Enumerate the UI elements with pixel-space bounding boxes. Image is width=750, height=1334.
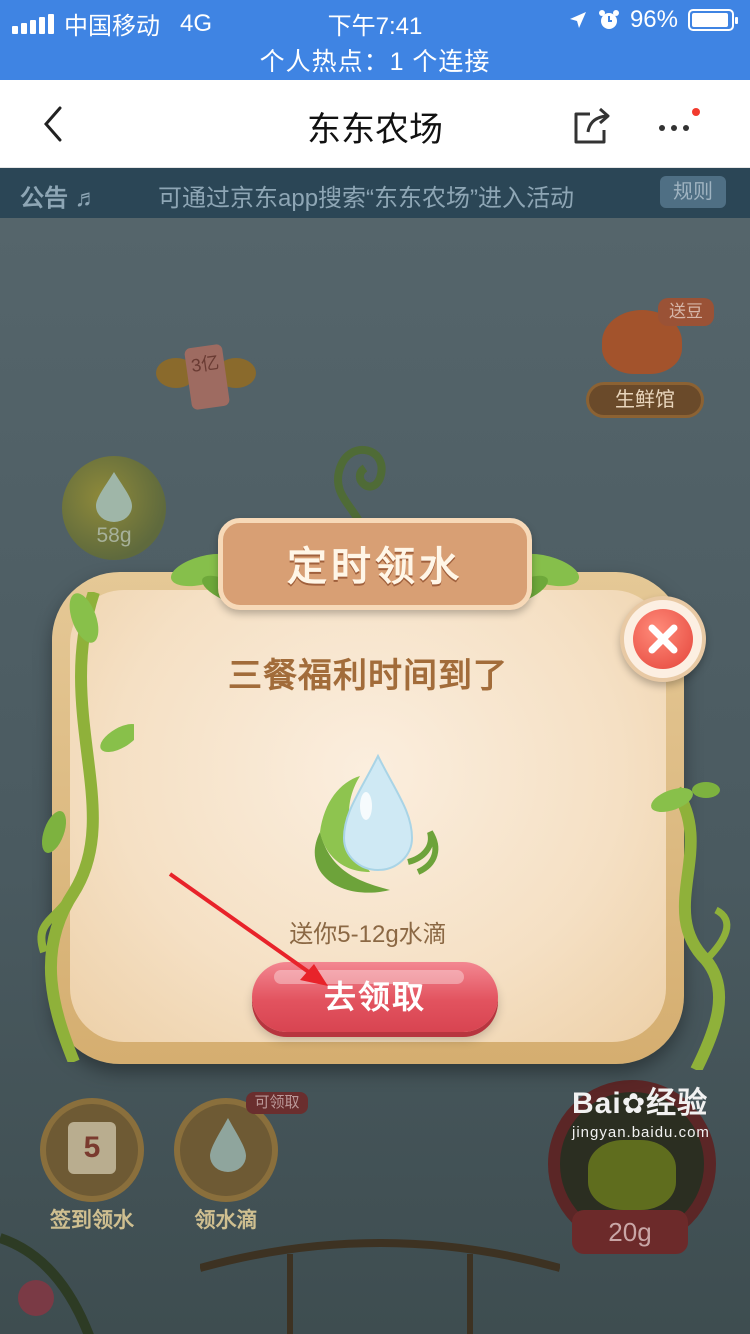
status-bar: 中国移动 4G 下午7:41 96% 个人热点：1 个连接	[0, 0, 750, 80]
kettle-water-fill	[588, 1140, 676, 1210]
dialog-subtitle: 送你5-12g水滴	[289, 921, 447, 948]
watermark-logo: Bai✿经验	[572, 1087, 709, 1120]
water-bubble[interactable]: 58g	[62, 456, 166, 560]
page-title: 东东农场	[307, 111, 443, 149]
alarm-icon	[598, 10, 619, 29]
baidu-watermark: Bai✿经验 jingyan.baidu.com	[572, 1078, 742, 1148]
location-arrow-icon	[569, 12, 586, 28]
more-dots-icon[interactable]	[654, 104, 704, 148]
notice-label: 公告 ♬	[20, 185, 99, 212]
calendar-icon: 5	[68, 1122, 116, 1174]
battery-icon	[688, 9, 738, 31]
card-badge-text: 3亿	[183, 343, 231, 411]
notice-bar: 公告 ♬ 可通过京东app搜索“东东农场”进入活动 规则	[0, 168, 750, 218]
dialog-title-banner: 定时领水	[218, 518, 532, 610]
status-right: 96%	[568, 6, 738, 34]
red-arrow-annotation	[168, 872, 328, 986]
kettle-amount: 20g	[572, 1210, 688, 1254]
notice-text: 可通过京东app搜索“东东农场”进入活动	[158, 185, 575, 212]
water-bubble-amount: 58g	[96, 524, 132, 547]
share-icon[interactable]	[570, 104, 614, 148]
flower-decoration	[0, 1233, 94, 1334]
hotspot-banner[interactable]: 个人热点：1 个连接	[0, 42, 750, 78]
card-badge[interactable]: 3亿	[156, 340, 256, 420]
water-drop-icon	[96, 472, 132, 522]
paw-icon: ✿	[621, 1088, 647, 1119]
watermark-url: jingyan.baidu.com	[572, 1124, 710, 1141]
dialog-title: 定时领水	[287, 545, 463, 589]
sign-in-button[interactable]: 5	[40, 1098, 144, 1202]
vine-decoration	[200, 1239, 560, 1334]
fresh-store-button[interactable]: 送豆 生鲜馆	[586, 298, 714, 418]
battery-percent: 96%	[629, 6, 678, 33]
dialog-heading: 三餐福利时间到了	[228, 657, 508, 695]
bean-tag: 送豆	[658, 298, 714, 326]
nav-bar: 东东农场	[0, 80, 750, 168]
collect-tag: 可领取	[246, 1092, 308, 1114]
water-drop-icon	[210, 1118, 246, 1172]
speaker-icon: ♬	[74, 185, 99, 212]
fresh-store-label: 生鲜馆	[586, 382, 704, 418]
rules-button[interactable]: 规则	[660, 176, 726, 208]
